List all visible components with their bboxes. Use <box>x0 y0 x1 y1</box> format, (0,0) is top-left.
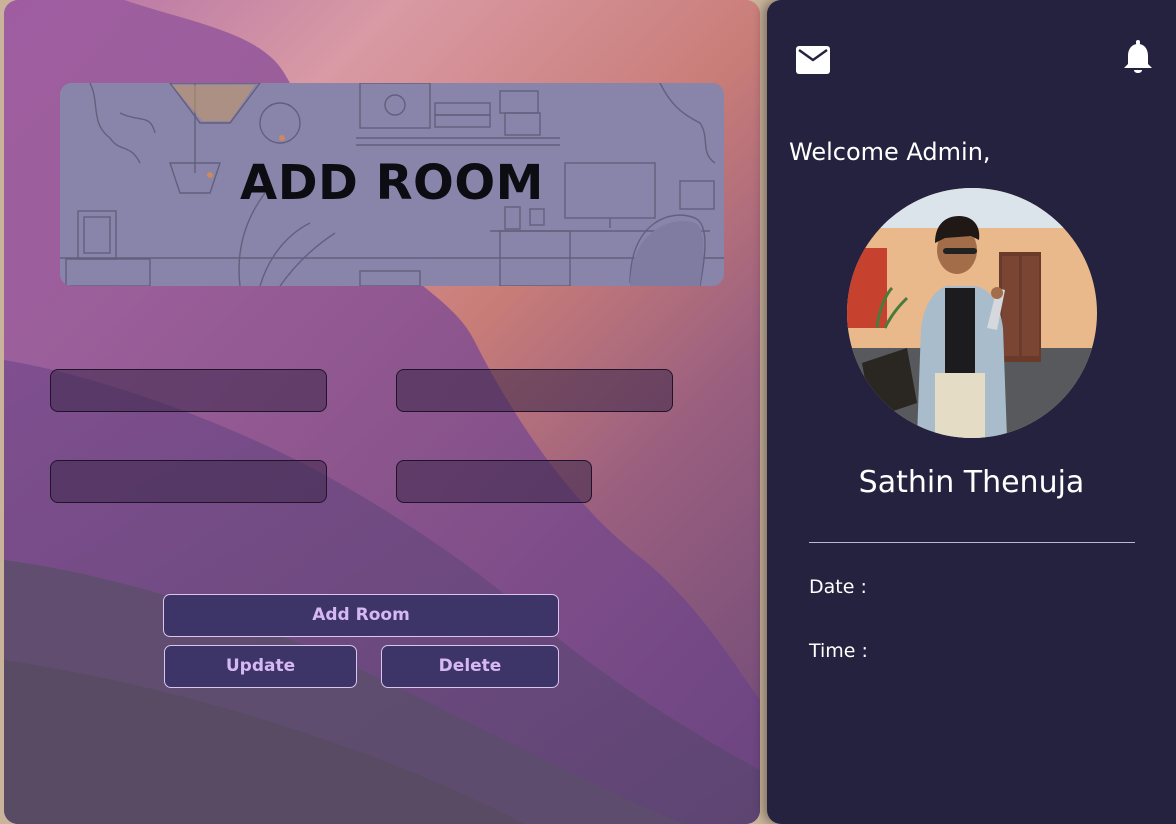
user-sidebar: Welcome Admin, Sathin Thenuja Date : Tim… <box>767 0 1176 824</box>
avatar <box>847 188 1097 438</box>
room-field-1[interactable] <box>50 369 327 412</box>
room-field-3[interactable] <box>50 460 327 503</box>
time-label: Time : <box>809 640 868 662</box>
room-field-4[interactable] <box>396 460 592 503</box>
page-banner: ADD ROOM <box>60 83 724 286</box>
add-room-button[interactable]: Add Room <box>163 594 559 637</box>
room-field-2[interactable] <box>396 369 673 412</box>
main-panel: ADD ROOM <box>4 0 760 824</box>
delete-button[interactable]: Delete <box>381 645 559 688</box>
profile-photo <box>847 188 1097 438</box>
bell-icon[interactable] <box>1123 40 1153 76</box>
page-title: ADD ROOM <box>240 155 544 211</box>
date-label: Date : <box>809 576 867 598</box>
divider <box>809 542 1135 543</box>
user-name: Sathin Thenuja <box>858 465 1085 500</box>
update-button[interactable]: Update <box>164 645 357 688</box>
mail-icon[interactable] <box>796 46 830 74</box>
welcome-text: Welcome Admin, <box>789 138 991 166</box>
